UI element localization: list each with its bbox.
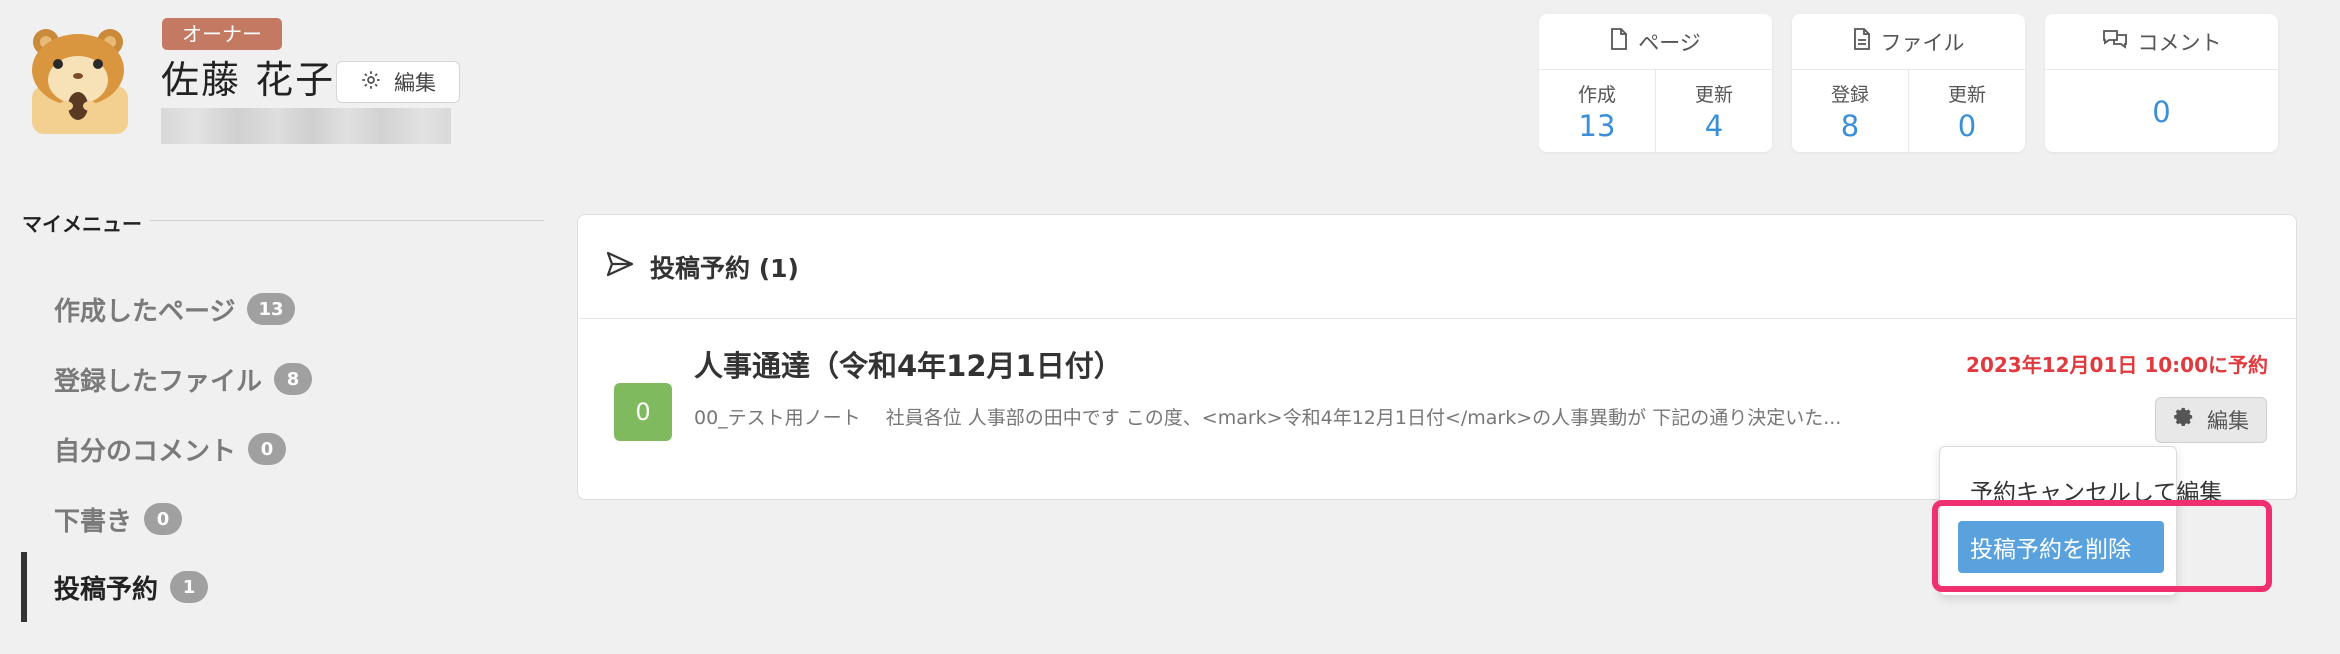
count-badge: 8 [274, 363, 313, 395]
count-badge: 0 [144, 503, 183, 535]
gear-icon [2173, 407, 2195, 434]
pages-created-value: 13 [1578, 108, 1616, 143]
pages-created-stat[interactable]: 作成 13 [1539, 70, 1655, 152]
post-edit-label: 編集 [2207, 409, 2249, 433]
scheduled-time: 2023年12月01日 10:00に予約 [1966, 353, 2268, 377]
pages-updated-stat[interactable]: 更新 4 [1655, 70, 1772, 152]
sidebar-item-drafts[interactable]: 下書き 0 [54, 499, 183, 539]
post-excerpt: 00_テスト用ノート 社員各位 人事部の田中です この度、<mark>令和4年1… [694, 407, 1842, 429]
files-stat-title: ファイル [1880, 30, 1965, 55]
sidebar-item-registered-files[interactable]: 登録したファイル 8 [54, 359, 313, 399]
files-stat-card: ファイル 登録 8 更新 0 [1792, 14, 2025, 152]
sidebar-item-label: 投稿予約 [54, 574, 159, 605]
my-menu-title: マイメニュー [22, 212, 142, 236]
sidebar-item-label: 下書き [54, 506, 133, 537]
count-badge: 13 [247, 293, 295, 325]
profile-edit-label: 編集 [394, 71, 436, 95]
pages-stat-card: ページ 作成 13 更新 4 [1539, 14, 1772, 152]
sidebar-item-my-comments[interactable]: 自分のコメント 0 [54, 429, 287, 469]
profile-edit-button[interactable]: 編集 [336, 61, 460, 103]
highlight-annotation [1932, 500, 2272, 592]
pages-updated-value: 4 [1704, 108, 1724, 143]
files-registered-label: 登録 [1830, 83, 1869, 106]
user-name: 佐藤 花子 [161, 58, 336, 102]
pages-stat-title: ページ [1638, 30, 1701, 55]
files-updated-stat[interactable]: 更新 0 [1908, 70, 2025, 152]
comments-stat[interactable]: 0 [2045, 70, 2278, 152]
pages-updated-label: 更新 [1694, 83, 1733, 106]
sidebar-item-scheduled-posts[interactable]: 投稿予約 1 [54, 567, 209, 607]
count-badge: 0 [248, 433, 287, 465]
comments-stat-card: コメント 0 [2045, 14, 2278, 152]
count-badge: 1 [170, 571, 209, 603]
panel-title: 投稿予約 (1) [650, 253, 799, 283]
sidebar-item-created-pages[interactable]: 作成したページ 13 [54, 289, 295, 329]
comments-stat-title: コメント [2137, 30, 2222, 55]
pages-created-label: 作成 [1577, 83, 1616, 106]
menu-divider [150, 220, 544, 221]
page-icon [1610, 28, 1628, 55]
file-icon [1853, 28, 1871, 55]
files-updated-value: 0 [1957, 108, 1977, 143]
sidebar-item-label: 自分のコメント [54, 436, 237, 467]
blurred-profile-info [161, 108, 451, 144]
send-icon [606, 251, 634, 283]
comment-icon [2102, 28, 2128, 55]
active-indicator [21, 552, 27, 622]
sidebar-item-label: 登録したファイル [54, 366, 263, 397]
post-thumbnail: 0 [614, 383, 672, 441]
post-title[interactable]: 人事通達（令和4年12月1日付） [694, 343, 1123, 385]
avatar [22, 20, 134, 134]
comments-value: 0 [2152, 95, 2171, 129]
files-updated-label: 更新 [1947, 83, 1986, 106]
role-badge: オーナー [162, 18, 282, 50]
files-registered-value: 8 [1840, 108, 1860, 143]
files-registered-stat[interactable]: 登録 8 [1792, 70, 1908, 152]
gear-icon [360, 69, 382, 96]
post-edit-button[interactable]: 編集 [2155, 397, 2267, 443]
sidebar-item-label: 作成したページ [54, 296, 236, 327]
